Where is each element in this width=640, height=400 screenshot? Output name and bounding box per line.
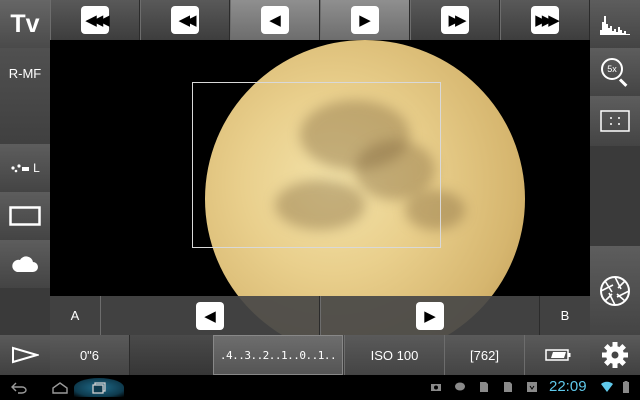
aperture-shutter-icon <box>600 275 630 306</box>
grid-icon <box>600 110 630 132</box>
focus-near-large-button[interactable]: ◀◀◀ <box>50 0 140 40</box>
shots-remaining-indicator: [762] <box>444 335 524 375</box>
chat-notification-icon <box>455 382 465 391</box>
zoom-magnifier-icon: 5x <box>601 58 629 87</box>
exposure-scale: .4..3..2..1..0..1.. <box>219 348 337 362</box>
file-notification-icon-2 <box>504 382 512 392</box>
focus-point-b-label: B <box>560 308 570 323</box>
aspect-ratio-button[interactable] <box>0 192 50 240</box>
grid-button[interactable] <box>590 96 640 146</box>
focus-slide-right-button[interactable]: ▶ <box>320 296 540 335</box>
iso-value: ISO 100 <box>370 347 419 363</box>
focus-slider-row: A ◀ ▶ B <box>50 296 590 335</box>
shooting-mode-button[interactable]: Tv <box>0 0 50 48</box>
focus-far-small-button[interactable]: ▶ <box>320 0 410 40</box>
shutter-release-button[interactable] <box>590 246 640 335</box>
focus-mode-button[interactable]: R-MF <box>0 48 50 144</box>
single-right-icon: ▶ <box>416 301 444 330</box>
focus-mode-label: R-MF <box>8 66 42 81</box>
triple-left-icon: ◀◀◀ <box>81 6 110 34</box>
iso-button[interactable]: ISO 100 <box>344 335 444 375</box>
right-empty-slot <box>590 146 640 246</box>
gear-icon <box>602 342 628 368</box>
file-notification-icon <box>480 382 488 392</box>
nav-back-button[interactable] <box>8 378 30 397</box>
drive-mode-label: L <box>33 161 40 175</box>
focus-frame[interactable] <box>192 82 441 248</box>
left-empty-slot <box>0 288 50 335</box>
shutter-speed-button[interactable]: 0"6 <box>50 335 130 375</box>
white-balance-button[interactable] <box>0 240 50 288</box>
drive-mode-button[interactable]: L <box>0 144 50 192</box>
focus-step-bar: ◀◀◀ ◀◀ ◀ ▶ ▶▶ ▶▶▶ <box>50 0 590 40</box>
status-clock: 22:09 <box>549 378 587 395</box>
battery-status-icon <box>623 381 629 393</box>
focus-near-medium-button[interactable]: ◀◀ <box>140 0 230 40</box>
home-icon <box>52 381 68 394</box>
battery-icon <box>544 349 570 361</box>
white-balance-cloud-icon <box>12 256 38 272</box>
double-left-icon: ◀◀ <box>171 6 199 34</box>
camera-settings-bar: 0"6 .4..3..2..1..0..1.. ISO 100 [762] <box>50 335 590 375</box>
aspect-ratio-icon <box>9 206 41 226</box>
download-notification-icon <box>527 382 537 392</box>
histogram-button[interactable] <box>590 0 640 48</box>
single-right-icon: ▶ <box>351 6 379 34</box>
recent-apps-icon <box>92 381 106 394</box>
focus-slide-left-button[interactable]: ◀ <box>100 296 320 335</box>
focus-point-b-button[interactable]: B <box>540 296 590 335</box>
drive-mode-icon: L <box>10 161 40 175</box>
nav-home-button[interactable] <box>47 378 73 397</box>
histogram-icon <box>600 16 630 35</box>
zoom-button[interactable]: 5x <box>590 48 640 96</box>
single-left-icon: ◀ <box>261 6 289 34</box>
back-arrow-icon <box>11 382 27 394</box>
shots-remaining-value: [762] <box>470 347 499 363</box>
battery-indicator <box>524 335 590 375</box>
system-nav-bar: 22:09 <box>0 375 640 400</box>
play-icon <box>12 346 39 364</box>
double-right-icon: ▶▶ <box>441 6 469 34</box>
single-left-icon: ◀ <box>196 301 224 330</box>
shutter-speed-value: 0"6 <box>79 347 100 363</box>
focus-point-a-button[interactable]: A <box>50 296 100 335</box>
focus-far-medium-button[interactable]: ▶▶ <box>410 0 500 40</box>
shooting-mode-label: Tv <box>10 9 40 38</box>
camera-notification-icon <box>431 384 441 391</box>
focus-far-large-button[interactable]: ▶▶▶ <box>500 0 590 40</box>
nav-recent-apps-button[interactable] <box>74 378 124 397</box>
exposure-compensation-button[interactable]: .4..3..2..1..0..1.. <box>213 335 343 375</box>
playback-button[interactable] <box>0 335 50 375</box>
settings-button[interactable] <box>590 335 640 375</box>
focus-near-small-button[interactable]: ◀ <box>230 0 320 40</box>
wifi-icon <box>601 381 613 392</box>
zoom-level-label: 5x <box>601 58 623 80</box>
focus-point-a-label: A <box>70 308 80 323</box>
live-view[interactable] <box>50 40 590 335</box>
triple-right-icon: ▶▶▶ <box>531 6 560 34</box>
